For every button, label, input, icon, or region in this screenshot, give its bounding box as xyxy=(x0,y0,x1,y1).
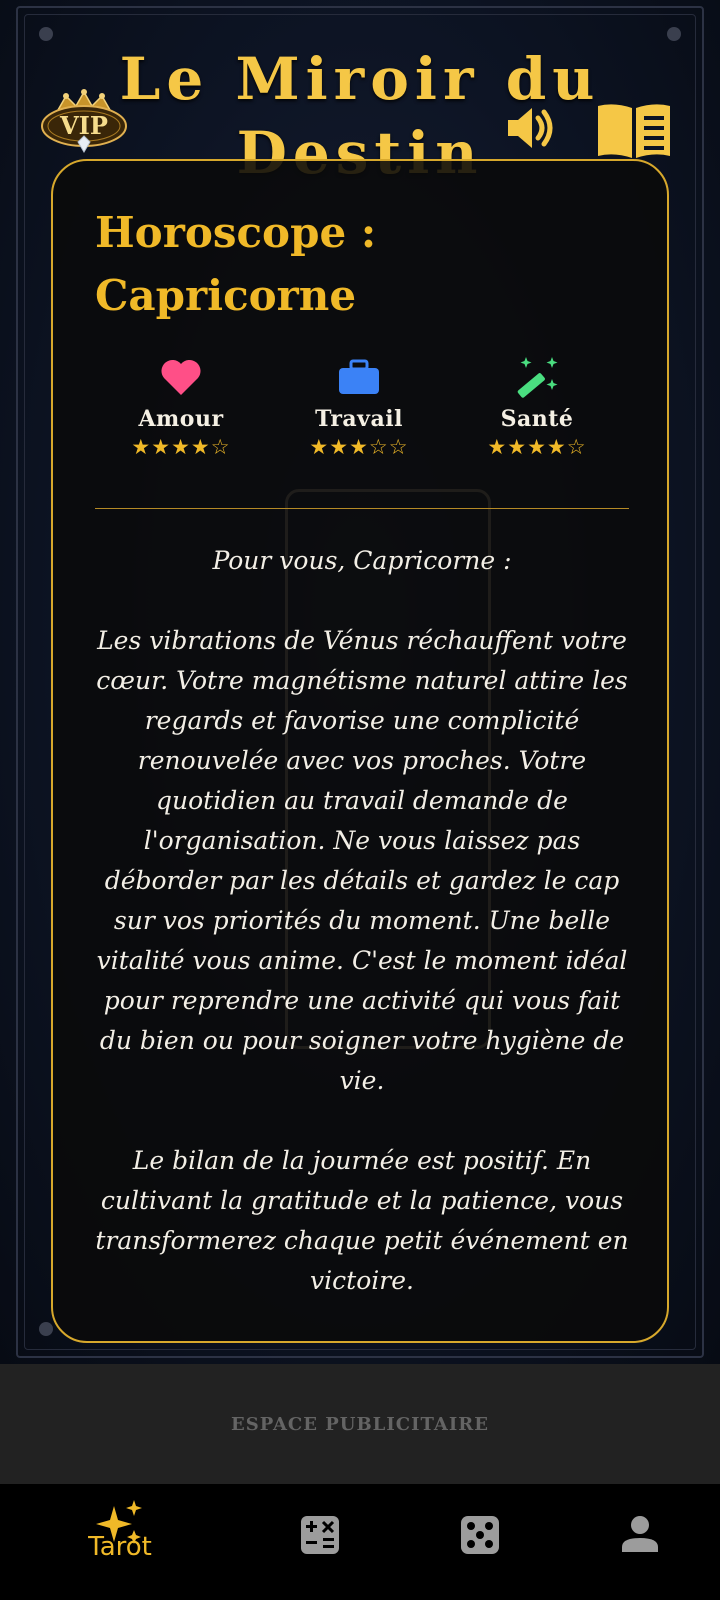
nav-item-profile[interactable] xyxy=(550,1484,720,1600)
metric-label: Travail xyxy=(315,406,403,432)
metric-sante: Santé ★★★★☆ xyxy=(447,354,627,460)
magic-wand-icon xyxy=(517,357,558,398)
nav-label-tarot: Tarot xyxy=(88,1532,152,1562)
background-ornament xyxy=(667,27,681,41)
vip-badge-text: VIP xyxy=(59,111,108,140)
briefcase-icon xyxy=(339,359,379,394)
horoscope-title: Horoscope : Capricorne xyxy=(95,201,615,327)
book-icon[interactable] xyxy=(596,102,672,160)
divider xyxy=(95,508,629,509)
rating-stars: ★★★★☆ xyxy=(487,435,587,459)
rating-stars: ★★★★☆ xyxy=(131,435,231,459)
metric-label: Amour xyxy=(138,406,224,432)
vip-badge[interactable]: VIP xyxy=(40,88,128,158)
background-ornament xyxy=(39,27,53,41)
horoscope-intro: Pour vous, Capricorne : xyxy=(212,546,512,575)
horoscope-card: Horoscope : Capricorne Amour ★★★★☆ Trava… xyxy=(51,159,669,1343)
person-icon xyxy=(622,1516,658,1552)
metric-label: Santé xyxy=(500,406,574,432)
horoscope-title-line1: Horoscope : xyxy=(95,208,377,257)
horoscope-paragraph: Le bilan de la journée est positif. En c… xyxy=(95,1146,629,1295)
ad-label: ESPACE PUBLICITAIRE xyxy=(231,1413,489,1435)
sound-icon[interactable] xyxy=(504,104,556,152)
dice-icon xyxy=(461,1516,499,1554)
horoscope-paragraph: Les vibrations de Vénus réchauffent votr… xyxy=(96,626,628,1095)
nav-item-calculator[interactable] xyxy=(230,1484,410,1600)
nav-item-dice[interactable] xyxy=(390,1484,570,1600)
horoscope-sign: Capricorne xyxy=(95,271,357,320)
heart-icon xyxy=(161,359,201,395)
rating-stars: ★★★☆☆ xyxy=(309,435,409,459)
horoscope-text: Pour vous, Capricorne : Les vibrations d… xyxy=(89,541,635,1301)
metric-travail: Travail ★★★☆☆ xyxy=(269,354,449,460)
calculator-icon xyxy=(301,1516,339,1554)
metric-amour: Amour ★★★★☆ xyxy=(91,354,271,460)
nav-item-tarot[interactable]: Tarot xyxy=(30,1484,210,1600)
background-ornament xyxy=(39,1322,53,1336)
ad-banner[interactable]: ESPACE PUBLICITAIRE xyxy=(0,1364,720,1484)
bottom-nav: Tarot xyxy=(0,1484,720,1600)
